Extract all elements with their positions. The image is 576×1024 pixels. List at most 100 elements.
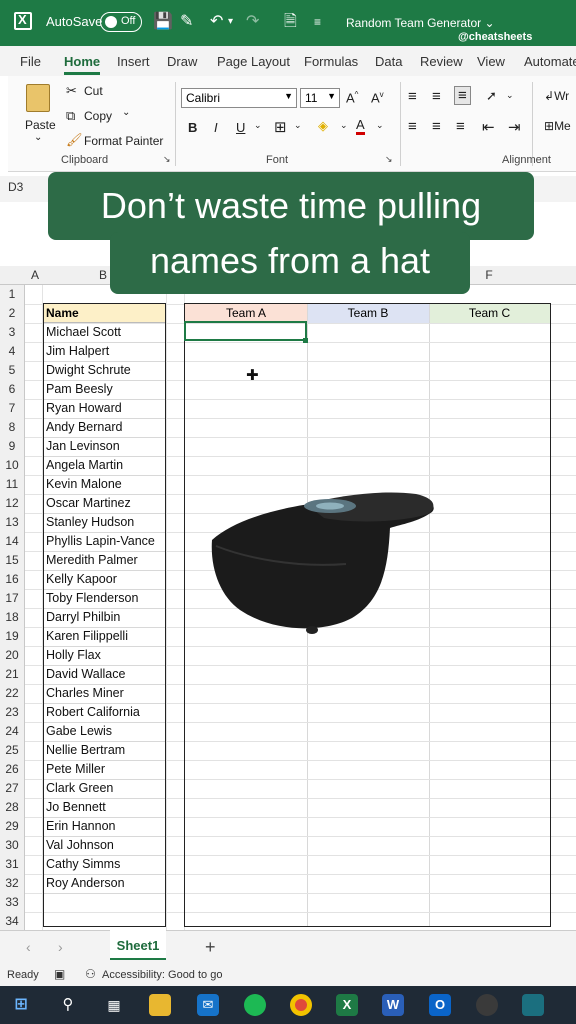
row-header[interactable]: 23	[0, 705, 24, 719]
document-title[interactable]: Random Team Generator ⌄	[346, 16, 495, 30]
orientation-dropdown-icon[interactable]: ⌄	[506, 90, 514, 101]
row-header[interactable]: 16	[0, 572, 24, 586]
row-header[interactable]: 14	[0, 534, 24, 548]
spotify-icon[interactable]	[244, 994, 266, 1016]
row-header[interactable]: 25	[0, 743, 24, 757]
name-cell[interactable]: Darryl Philbin	[46, 610, 120, 624]
decrease-font-icon[interactable]: Av	[371, 90, 384, 105]
name-cell[interactable]: Phyllis Lapin-Vance	[46, 534, 155, 548]
accessibility-icon[interactable]: ⚇	[85, 967, 96, 981]
row-header[interactable]: 30	[0, 838, 24, 852]
name-cell[interactable]: Oscar Martinez	[46, 496, 131, 510]
name-cell[interactable]: Meredith Palmer	[46, 553, 138, 567]
name-cell[interactable]: Clark Green	[46, 781, 113, 795]
name-cell[interactable]: Jo Bennett	[46, 800, 106, 814]
file-explorer-icon[interactable]	[149, 994, 171, 1016]
row-header[interactable]: 2	[0, 306, 24, 320]
tab-page-layout[interactable]: Page Layout	[217, 54, 290, 69]
format-painter-button[interactable]: Format Painter	[84, 134, 163, 148]
row-header[interactable]: 34	[0, 914, 24, 928]
tab-insert[interactable]: Insert	[117, 54, 150, 69]
name-cell[interactable]: Kevin Malone	[46, 477, 122, 491]
excel-icon[interactable]: X	[336, 994, 358, 1016]
redo-icon[interactable]: ↷	[246, 13, 259, 31]
orientation-icon[interactable]: ➚	[486, 88, 497, 104]
tab-draw[interactable]: Draw	[167, 54, 197, 69]
row-header[interactable]: 7	[0, 401, 24, 415]
active-cell-d3[interactable]	[184, 321, 307, 341]
name-cell[interactable]: Holly Flax	[46, 648, 101, 662]
windows-icon[interactable]: ⊞	[10, 994, 32, 1016]
align-bottom-icon[interactable]: ≡	[454, 86, 471, 105]
sheet-tab-sheet1[interactable]: Sheet1	[110, 930, 166, 960]
name-cell[interactable]: Pam Beesly	[46, 382, 113, 396]
tab-data[interactable]: Data	[375, 54, 402, 69]
name-cell[interactable]: Robert California	[46, 705, 140, 719]
name-cell[interactable]: Dwight Schrute	[46, 363, 131, 377]
name-cell[interactable]: Andy Bernard	[46, 420, 122, 434]
app-icon[interactable]	[522, 994, 544, 1016]
undo-dropdown-icon[interactable]: ▾	[228, 13, 233, 31]
name-cell[interactable]: Michael Scott	[46, 325, 121, 339]
align-left-icon[interactable]: ≡	[408, 118, 417, 135]
name-cell[interactable]: Karen Filippelli	[46, 629, 128, 643]
row-header[interactable]: 11	[0, 477, 24, 491]
row-header[interactable]: 19	[0, 629, 24, 643]
row-header[interactable]: 32	[0, 876, 24, 890]
underline-dropdown-icon[interactable]: ⌄	[254, 120, 262, 131]
undo-icon[interactable]: ↶	[210, 13, 223, 31]
row-header[interactable]: 10	[0, 458, 24, 472]
row-header[interactable]: 5	[0, 363, 24, 377]
name-cell[interactable]: Pete Miller	[46, 762, 105, 776]
name-cell[interactable]: Erin Hannon	[46, 819, 116, 833]
obs-icon[interactable]	[476, 994, 498, 1016]
font-name-select[interactable]: Calibri ▼	[181, 88, 297, 108]
name-cell[interactable]: Cathy Simms	[46, 857, 120, 871]
chrome-icon[interactable]	[290, 994, 312, 1016]
new-file-icon[interactable]: 🗎	[284, 13, 297, 31]
borders-dropdown-icon[interactable]: ⌄	[294, 120, 302, 131]
macro-icon[interactable]: ▣	[54, 967, 65, 981]
align-center-icon[interactable]: ≡	[432, 118, 441, 135]
column-header-a[interactable]: A	[28, 268, 42, 282]
align-top-icon[interactable]: ≡	[408, 88, 417, 105]
save-icon[interactable]: 💾	[153, 13, 173, 31]
row-header[interactable]: 33	[0, 895, 24, 909]
team-c-header[interactable]: Team C	[429, 304, 550, 323]
fill-color-dropdown-icon[interactable]: ⌄	[340, 120, 348, 131]
merge-center-button[interactable]: ⊞Me	[544, 119, 571, 133]
borders-icon[interactable]: ⊞	[274, 118, 287, 136]
name-cell[interactable]: Ryan Howard	[46, 401, 122, 415]
row-header[interactable]: 17	[0, 591, 24, 605]
row-header[interactable]: 18	[0, 610, 24, 624]
tab-home[interactable]: Home	[64, 54, 100, 69]
wrap-text-button[interactable]: ↲Wr	[544, 89, 569, 103]
increase-indent-icon[interactable]: ⇥	[508, 118, 521, 136]
row-header[interactable]: 12	[0, 496, 24, 510]
add-sheet-button[interactable]: +	[205, 937, 216, 958]
font-size-select[interactable]: 11 ▼	[300, 88, 340, 108]
team-b-header[interactable]: Team B	[307, 304, 429, 323]
row-header[interactable]: 29	[0, 819, 24, 833]
autosave-toggle[interactable]: Off	[100, 12, 142, 32]
column-header-f[interactable]: F	[482, 268, 496, 282]
name-cell[interactable]: Kelly Kapoor	[46, 572, 117, 586]
fill-handle[interactable]	[303, 338, 308, 343]
row-header[interactable]: 9	[0, 439, 24, 453]
clipboard-launcher-icon[interactable]: ↘	[163, 154, 171, 165]
row-header[interactable]: 1	[0, 287, 24, 301]
tab-file[interactable]: File	[20, 54, 41, 69]
name-cell[interactable]: Jan Levinson	[46, 439, 120, 453]
align-middle-icon[interactable]: ≡	[432, 88, 441, 105]
name-cell[interactable]: Val Johnson	[46, 838, 114, 852]
copy-icon[interactable]: ⧉	[66, 108, 75, 124]
paste-button[interactable]: Paste	[25, 118, 56, 132]
paste-dropdown-icon[interactable]: ⌄	[34, 132, 42, 143]
copy-dropdown-icon[interactable]: ⌄	[122, 107, 130, 118]
row-header[interactable]: 8	[0, 420, 24, 434]
underline-button[interactable]: U	[236, 120, 245, 135]
task-view-icon[interactable]: ▦	[103, 994, 125, 1016]
row-header[interactable]: 15	[0, 553, 24, 567]
accessibility-status[interactable]: Accessibility: Good to go	[102, 969, 222, 981]
outlook-icon[interactable]: O	[429, 994, 451, 1016]
